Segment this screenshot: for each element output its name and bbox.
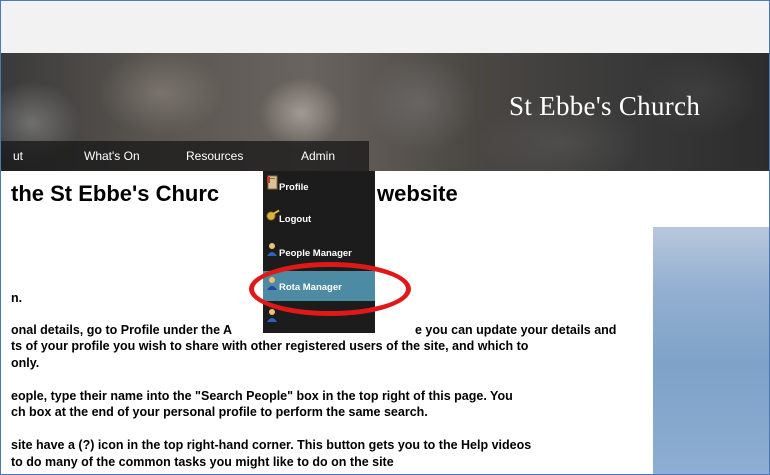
body-line-tail: e you can update your details and [415, 323, 617, 337]
highlight-circle-annotation [249, 262, 411, 316]
page-heading: the St Ebbe's Churc [11, 181, 220, 206]
body-line: n. [11, 291, 23, 305]
body-line: to do many of the common tasks you might… [11, 455, 394, 469]
nav-item-resources[interactable]: Resources [186, 149, 243, 163]
menu-item-profile[interactable]: Profile [263, 171, 375, 201]
nav-item-about[interactable]: ut [13, 149, 23, 163]
site-title[interactable]: St Ebbe's Church [509, 91, 700, 122]
body-line: site have a (?) icon in the top right-ha… [11, 438, 532, 452]
body-line: ts of your profile you wish to share wit… [11, 339, 529, 353]
sidebar-photo [653, 227, 769, 474]
main-nav: ut What's On Resources Admin [1, 141, 369, 171]
menu-item-logout[interactable]: Logout [263, 203, 375, 233]
page-heading-tail: website [377, 181, 458, 206]
nav-item-whats-on[interactable]: What's On [84, 149, 140, 163]
body-line: onal details, go to Profile under the A [11, 323, 233, 337]
top-strip [1, 1, 769, 53]
body-line: eople, type their name into the "Search … [11, 389, 513, 403]
menu-label: People Manager [279, 248, 352, 259]
menu-label: Logout [279, 214, 312, 225]
menu-label: Profile [279, 182, 309, 193]
body-line: ch box at the end of your personal profi… [11, 405, 428, 419]
browser-frame: St Ebbe's Church ut What's On Resources … [0, 0, 770, 475]
nav-item-admin[interactable]: Admin [301, 149, 335, 163]
body-line: only. [11, 356, 40, 370]
